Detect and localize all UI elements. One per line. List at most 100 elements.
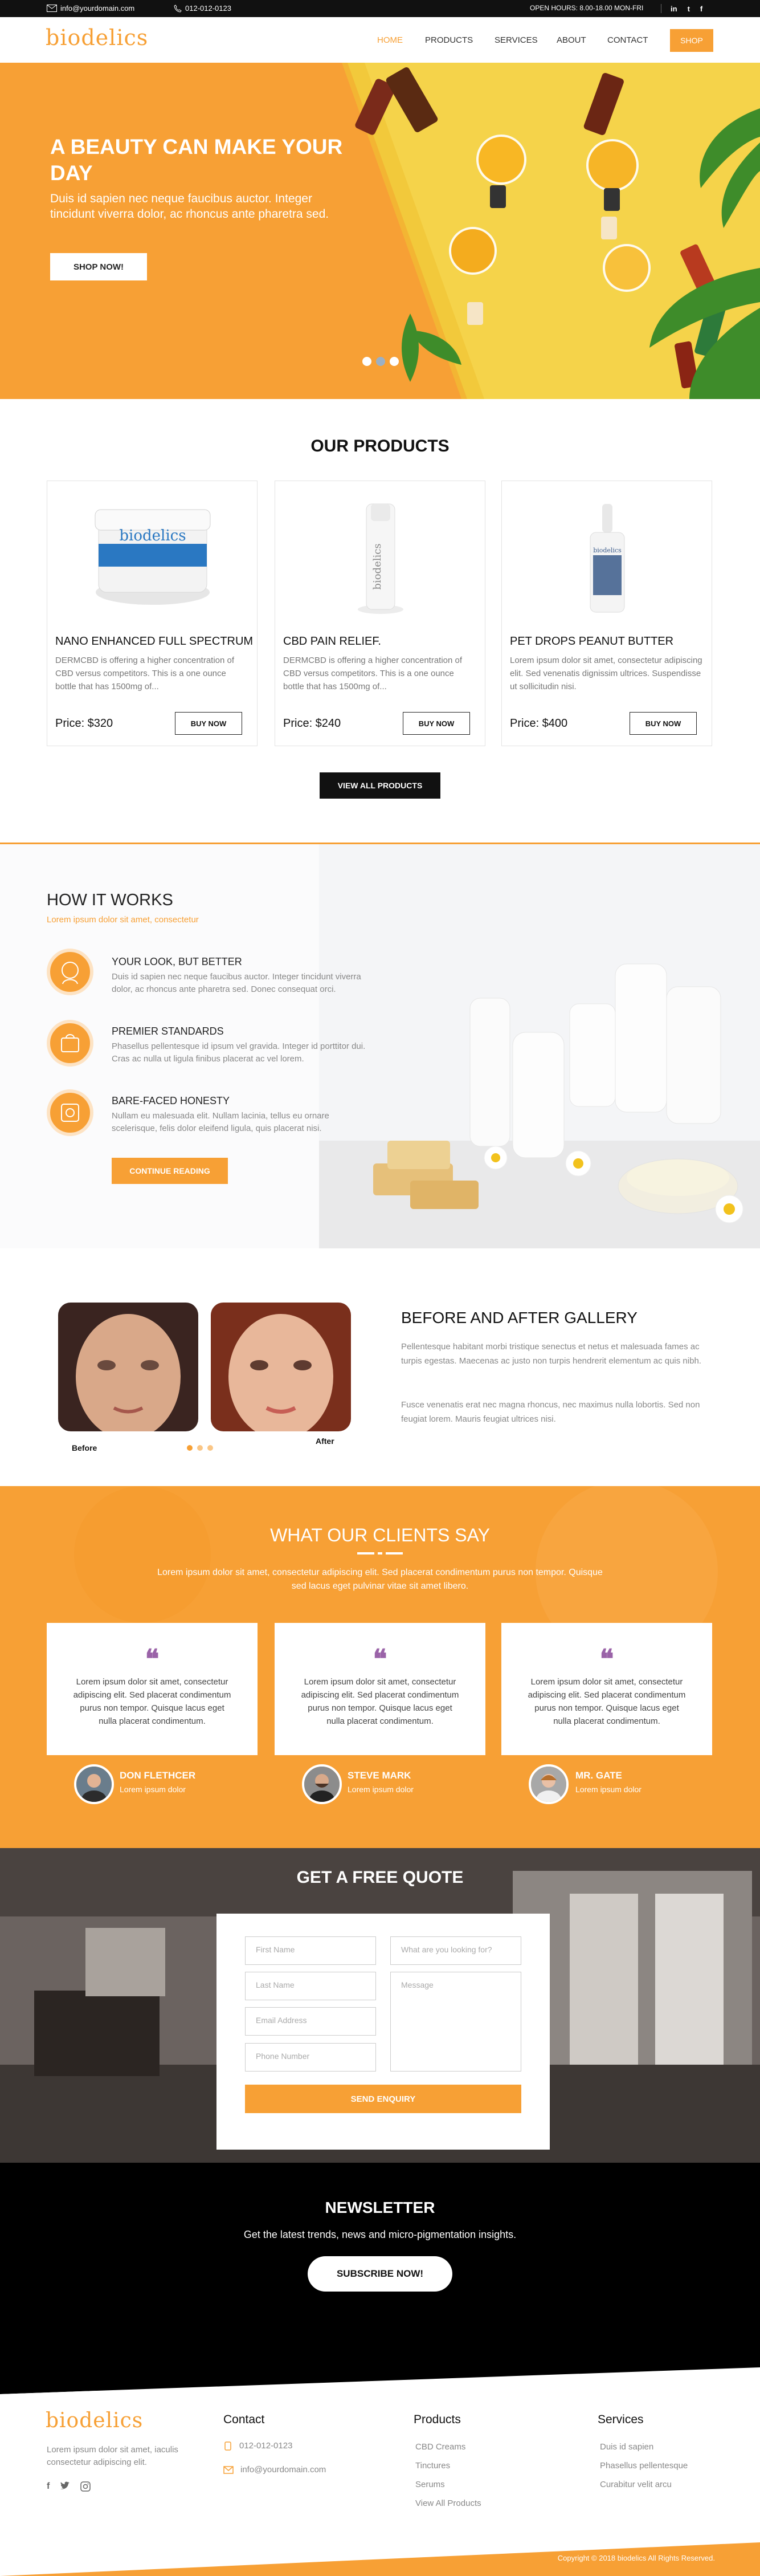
avatar [74, 1764, 114, 1804]
product-label: biodelics [371, 543, 383, 589]
step-title-3: BARE-FACED HONESTY [112, 1095, 230, 1106]
slider-dot-1[interactable] [362, 357, 371, 366]
testimonial-role: Lorem ipsum dolor [348, 1785, 414, 1794]
gallery-title: BEFORE AND AFTER GALLERY [401, 1309, 638, 1326]
product-card-1: biodelics NANO ENHANCED FULL SPECTRUM DE… [47, 481, 258, 746]
buy-now-button[interactable]: BUY NOW [175, 712, 242, 735]
newsletter-title: NEWSLETTER [325, 2199, 435, 2216]
step-desc-2: Phasellus pellentesque id ipsum vel grav… [112, 1041, 366, 1064]
product-name[interactable]: PET DROPS PEANUT BUTTER [510, 635, 673, 648]
phone-icon [174, 4, 182, 13]
quote-title: GET A FREE QUOTE [296, 1868, 464, 1887]
footer-link-tinctures[interactable]: Tinctures [415, 2461, 450, 2471]
topbar-email-text: info@yourdomain.com [60, 4, 135, 13]
looking-for-field[interactable]: What are you looking for? [390, 1936, 521, 1965]
buy-now-button[interactable]: BUY NOW [403, 712, 470, 735]
product-price: Price: $400 [510, 717, 568, 730]
nav-contact[interactable]: CONTACT [607, 35, 648, 45]
footer-products-title: Products [414, 2413, 461, 2426]
quote-icon: ❝ [145, 1643, 160, 1674]
gallery-dot-2[interactable] [197, 1445, 203, 1451]
quote-icon: ❝ [373, 1643, 387, 1674]
slider-dot-3[interactable] [390, 357, 399, 366]
product-image-pump: biodelics [358, 503, 403, 614]
facebook-icon[interactable]: f [47, 2481, 50, 2492]
avatar [529, 1764, 569, 1804]
footer-email[interactable]: info@yourdomain.com [223, 2465, 326, 2475]
footer-link-service-2[interactable]: Phasellus pellentesque [600, 2461, 688, 2471]
footer-link-cbd-creams[interactable]: CBD Creams [415, 2442, 465, 2452]
linkedin-icon[interactable]: in [671, 5, 677, 13]
twitter-icon[interactable]: t [688, 5, 690, 13]
free-quote-section: GET A FREE QUOTE First Name What are you… [0, 1848, 760, 2163]
product-price: Price: $240 [283, 717, 341, 730]
view-all-products-button[interactable]: VIEW ALL PRODUCTS [320, 772, 440, 799]
testimonials-title: WHAT OUR CLIENTS SAY [270, 1525, 490, 1545]
nav-products[interactable]: PRODUCTS [425, 35, 473, 45]
testimonial-name: MR. GATE [575, 1770, 622, 1781]
footer-link-serums[interactable]: Serums [415, 2480, 445, 2489]
product-name[interactable]: CBD PAIN RELIEF. [283, 635, 381, 648]
face-icon [62, 962, 79, 984]
step-desc-1: Duis id sapien nec neque faucibus auctor… [112, 972, 361, 994]
step-desc-3: Nullam eu malesuada elit. Nullam lacinia… [112, 1111, 329, 1133]
avatar [302, 1764, 342, 1804]
top-bar: info@yourdomain.com 012-012-0123 OPEN HO… [0, 0, 760, 17]
nav-services[interactable]: SERVICES [495, 35, 538, 45]
before-face-photo [58, 1303, 198, 1431]
nav-about[interactable]: ABOUT [557, 35, 586, 45]
facebook-icon[interactable]: f [700, 5, 702, 13]
first-name-field[interactable]: First Name [245, 1936, 376, 1965]
testimonial-card-1: ❝ Lorem ipsum dolor sit amet, consectetu… [47, 1623, 258, 1755]
product-desc: DERMCBD is offering a higher concentrati… [55, 656, 235, 691]
main-nav: biodelics HOME PRODUCTS SERVICES ABOUT C… [0, 17, 760, 63]
after-image[interactable] [211, 1303, 351, 1431]
hours-text: OPEN HOURS: 8.00-18.00 MON-FRI [530, 4, 644, 12]
footer-link-view-all[interactable]: View All Products [415, 2498, 481, 2508]
newsletter-slant [0, 2366, 760, 2394]
phone-field[interactable]: Phone Number [245, 2043, 376, 2072]
buy-now-button[interactable]: BUY NOW [630, 712, 697, 735]
email-field[interactable]: Email Address [245, 2007, 376, 2036]
bag-icon [61, 1034, 79, 1052]
instagram-icon[interactable] [80, 2481, 91, 2492]
gallery-dot-3[interactable] [207, 1445, 213, 1451]
logo[interactable]: biodelics [46, 25, 148, 50]
gallery-para-1: Pellentesque habitant morbi tristique se… [401, 1342, 701, 1366]
testimonial-card-2: ❝ Lorem ipsum dolor sit amet, consectetu… [275, 1623, 485, 1755]
how-it-works-section: HOW IT WORKS Lorem ipsum dolor sit amet,… [0, 843, 760, 1248]
quote-icon: ❝ [599, 1643, 614, 1674]
nav-home[interactable]: HOME [377, 35, 403, 45]
slider-dot-2[interactable] [376, 357, 385, 366]
shop-now-button[interactable]: SHOP NOW! [50, 253, 147, 280]
step-icon-face [47, 949, 93, 995]
before-image[interactable] [58, 1303, 198, 1431]
continue-reading-button[interactable]: CONTINUE READING [112, 1158, 228, 1184]
newsletter-subtitle: Get the latest trends, news and micro-pi… [243, 2229, 517, 2240]
product-label: biodelics [593, 547, 622, 554]
message-field[interactable]: Message [390, 1972, 521, 2072]
testimonial-role: Lorem ipsum dolor [575, 1785, 641, 1794]
hero-section: A BEAUTY CAN MAKE YOUR DAY Duis id sapie… [0, 63, 760, 399]
copyright-text: Copyright © 2018 biodelics All Rights Re… [557, 2554, 715, 2562]
last-name-field[interactable]: Last Name [245, 1972, 376, 2000]
footer-phone[interactable]: 012-012-0123 [223, 2441, 292, 2451]
footer-link-service-3[interactable]: Curabitur velit arcu [600, 2480, 672, 2489]
twitter-icon[interactable] [60, 2481, 70, 2490]
product-card-3: biodelics PET DROPS PEANUT BUTTER Lorem … [501, 481, 712, 746]
footer-logo[interactable]: biodelics [46, 2409, 143, 2432]
gallery-dot-1[interactable] [187, 1445, 193, 1451]
topbar-phone[interactable]: 012-012-0123 [174, 4, 231, 13]
topbar-email[interactable]: info@yourdomain.com [47, 4, 134, 13]
send-enquiry-button[interactable]: SEND ENQUIRY [245, 2085, 521, 2113]
shop-button[interactable]: SHOP [670, 29, 713, 52]
gallery-para-2: Fusce venenatis erat nec magna rhoncus, … [401, 1400, 700, 1424]
testimonial-card-3: ❝ Lorem ipsum dolor sit amet, consectetu… [501, 1623, 712, 1755]
after-face-photo [211, 1303, 351, 1431]
quote-form: First Name What are you looking for? Las… [216, 1914, 550, 2150]
footer-link-service-1[interactable]: Duis id sapien [600, 2442, 653, 2452]
mail-icon [223, 2465, 234, 2474]
subscribe-button[interactable]: SUBSCRIBE NOW! [308, 2256, 452, 2292]
product-name[interactable]: NANO ENHANCED FULL SPECTRUM [55, 635, 253, 648]
testimonials-section: WHAT OUR CLIENTS SAY Lorem ipsum dolor s… [0, 1486, 760, 1848]
